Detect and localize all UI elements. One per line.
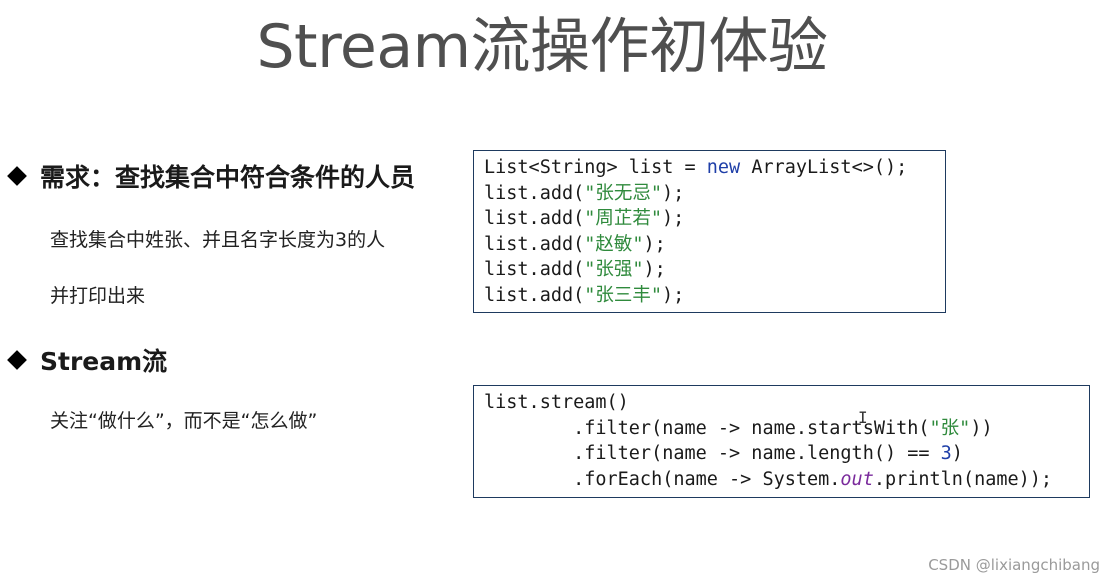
- code-line: .forEach(name -> System.out.println(name…: [484, 468, 1053, 490]
- code-line: list.add("张无忌");: [484, 182, 685, 204]
- code-line: list.add("张强");: [484, 259, 666, 280]
- code-line: list.add("周芷若");: [484, 208, 685, 229]
- code-line: .filter(name -> name.startsWith("张")): [484, 417, 993, 439]
- code-line: List<String> list = new ArrayList<>();: [484, 157, 908, 178]
- code-line: .filter(name -> name.length() == 3): [484, 443, 963, 464]
- requirement-heading-text: 需求：查找集合中符合条件的人员: [40, 163, 416, 192]
- stream-heading-text: Stream流: [40, 347, 168, 376]
- code-line: list.stream(): [484, 392, 629, 413]
- code-box-stream-pipeline: list.stream() .filter(name -> name.start…: [473, 385, 1090, 498]
- requirement-line-2: 并打印出来: [50, 285, 146, 307]
- stream-heading: Stream流: [6, 342, 167, 378]
- requirement-line-1: 查找集合中姓张、并且名字长度为3的人: [50, 229, 386, 251]
- requirement-heading: 需求：查找集合中符合条件的人员: [6, 158, 415, 194]
- code-line: list.add("张三丰");: [484, 284, 685, 306]
- diamond-bullet-icon: [7, 166, 27, 186]
- watermark: CSDN @lixiangchibang: [928, 556, 1100, 574]
- text-cursor-icon: I: [858, 408, 868, 427]
- code-box-list-setup: List<String> list = new ArrayList<>(); l…: [473, 150, 946, 313]
- stream-line-1: 关注“做什么”，而不是“怎么做”: [50, 410, 318, 432]
- diamond-bullet-icon: [7, 350, 27, 370]
- code-line: list.add("赵敏");: [484, 233, 666, 255]
- slide-title: Stream流操作初体验: [256, 12, 828, 82]
